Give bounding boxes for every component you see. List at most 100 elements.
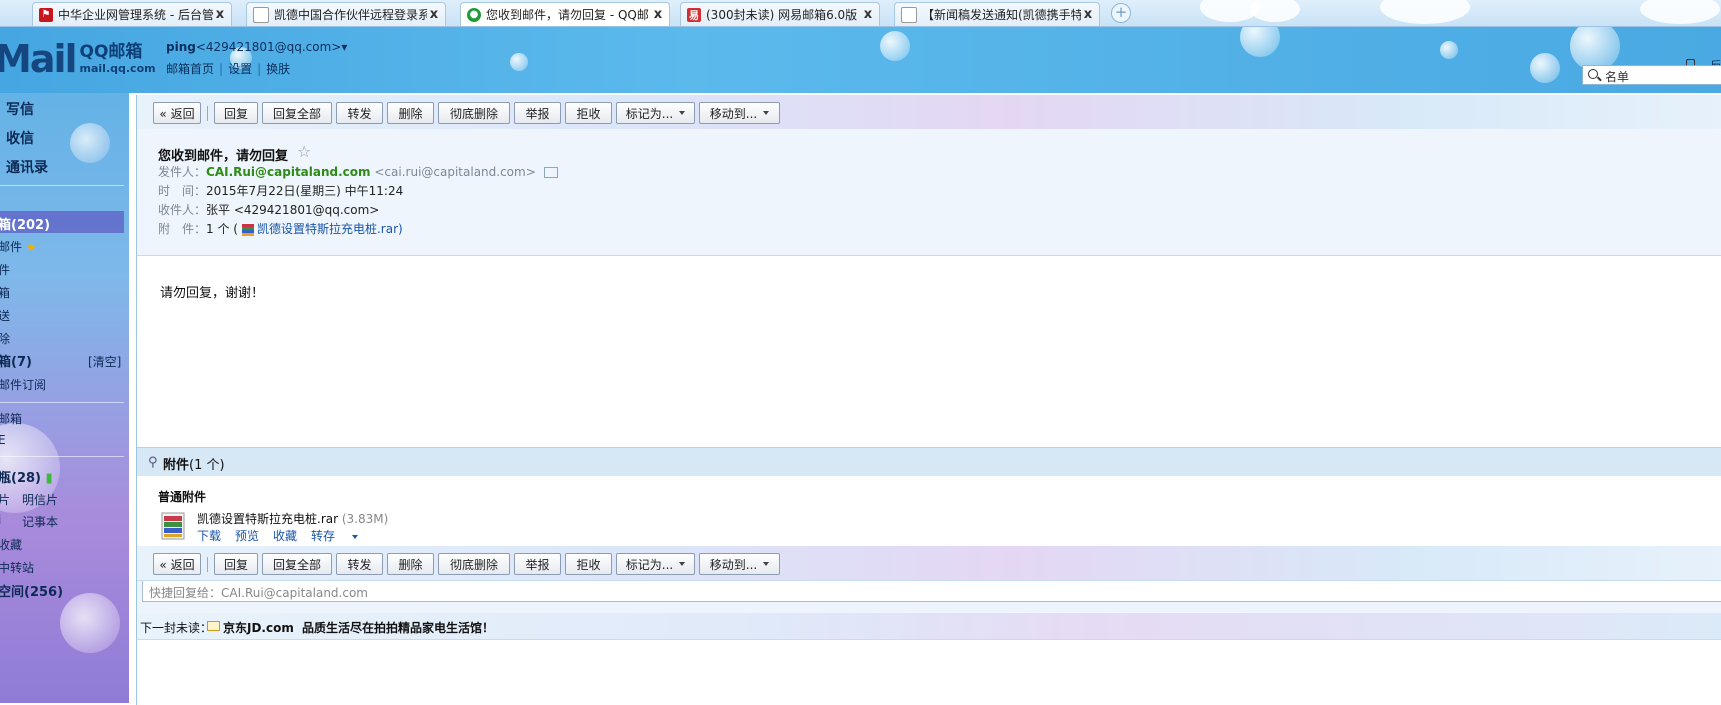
mail-header: Mail QQ邮箱 mail.qq.com ping<429421801@qq.… bbox=[0, 27, 1721, 93]
sender-address: <cai.rui@capitaland.com> bbox=[374, 165, 536, 179]
delete-button[interactable]: 删除 bbox=[387, 553, 434, 575]
logo-name: QQ邮箱 bbox=[79, 42, 143, 62]
decor-cloud bbox=[1250, 0, 1300, 22]
contacts-link[interactable]: 通讯录 bbox=[6, 157, 48, 177]
sidebar-item-sent[interactable]: 送 bbox=[0, 307, 10, 324]
sidebar-item-starred[interactable]: 邮件 ★ bbox=[0, 238, 37, 255]
permanent-delete-button[interactable]: 彻底删除 bbox=[438, 553, 510, 575]
next-unread-subject[interactable]: 品质生活尽在拍拍精品家电生活馆！ bbox=[302, 619, 494, 636]
reply-button[interactable]: 回复 bbox=[214, 553, 258, 575]
sidebar-item-postcard[interactable]: 明信片 bbox=[22, 491, 58, 508]
decor-cloud bbox=[1380, 0, 1470, 24]
mail-toolbar-top: « 返回 回复 回复全部 转发 删除 彻底删除 举报 拒收 标记为... 移动到… bbox=[137, 95, 1721, 130]
trash-clear-link[interactable]: [清空] bbox=[88, 353, 121, 370]
attachment-file-name[interactable]: 凯德设置特斯拉充电桩.rar (3.83M) bbox=[197, 510, 388, 527]
preview-link[interactable]: 预览 bbox=[235, 529, 259, 543]
delete-button[interactable]: 删除 bbox=[387, 102, 434, 124]
sidebar-item-drafts[interactable]: 箱 bbox=[0, 284, 10, 301]
settings-link[interactable]: 设置 bbox=[228, 62, 252, 76]
sidebar-item-postcard-a[interactable]: 片 bbox=[0, 491, 10, 508]
recipient: 张平 <429421801@qq.com> bbox=[206, 203, 380, 217]
decor-bubble bbox=[1440, 41, 1458, 59]
sender-name[interactable]: CAI.Rui@capitaland.com bbox=[206, 165, 371, 179]
back-button[interactable]: « 返回 bbox=[153, 102, 201, 124]
mark-as-dropdown[interactable]: 标记为... bbox=[616, 553, 695, 575]
account-name[interactable]: ping bbox=[166, 40, 196, 54]
move-to-dropdown[interactable]: 移动到... bbox=[699, 102, 780, 124]
tab-close-icon[interactable]: x bbox=[427, 7, 441, 22]
reply-all-button[interactable]: 回复全部 bbox=[262, 553, 332, 575]
tab-close-icon[interactable]: x bbox=[1081, 7, 1095, 22]
save-to-dropdown[interactable]: 转存 bbox=[311, 529, 372, 543]
sidebar-item-space[interactable]: 空间(256) bbox=[0, 581, 63, 600]
sidebar-item-other-mailbox[interactable]: 邮箱 bbox=[0, 410, 22, 427]
new-tab-button[interactable]: + bbox=[1111, 3, 1131, 23]
logo-mark: Mail bbox=[0, 37, 78, 81]
report-button[interactable]: 举报 bbox=[514, 102, 561, 124]
sidebar-item-drift-bottle[interactable]: 瓶(28) ▮ bbox=[0, 467, 53, 486]
sidebar-item-subscriptions[interactable]: 邮件订阅 bbox=[0, 376, 46, 393]
sidebar-item-notes-a[interactable]: i bbox=[0, 513, 1, 527]
sidebar-item-deleted[interactable]: 除 bbox=[0, 330, 10, 347]
account-caret-icon[interactable]: ▾ bbox=[341, 40, 347, 54]
search-icon bbox=[1588, 69, 1598, 79]
sender-row: 发件人：CAI.Rui@capitaland.com <cai.rui@capi… bbox=[158, 163, 558, 180]
sidebar-item-transfer[interactable]: 中转站 bbox=[0, 559, 34, 576]
sidebar-item-favorites[interactable]: 收藏 bbox=[0, 536, 22, 553]
decor-bubble bbox=[510, 53, 528, 71]
sidebar-item-group[interactable]: 件 bbox=[0, 261, 10, 278]
tab-close-icon[interactable]: x bbox=[651, 7, 665, 22]
netease-favicon-icon: 易 bbox=[687, 7, 701, 22]
next-unread-label: 下一封未读： bbox=[140, 621, 213, 635]
rar-file-icon bbox=[161, 512, 185, 540]
browser-tab-2[interactable]: 凯德中国合作伙伴远程登录系 x bbox=[246, 2, 446, 26]
compose-link[interactable]: 写信 bbox=[6, 99, 34, 119]
download-link[interactable]: 下载 bbox=[197, 529, 221, 543]
sidebar-item-trash[interactable]: 箱(7) bbox=[0, 351, 32, 370]
chevron-down-icon bbox=[679, 111, 686, 115]
permanent-delete-button[interactable]: 彻底删除 bbox=[438, 102, 510, 124]
reply-button[interactable]: 回复 bbox=[214, 102, 258, 124]
mail-body: 请勿回复，谢谢！ bbox=[160, 286, 265, 301]
sidebar-item-inbox[interactable]: 箱(202) bbox=[0, 214, 50, 233]
reply-all-button[interactable]: 回复全部 bbox=[262, 102, 332, 124]
page-favicon-icon bbox=[253, 6, 269, 23]
sidebar-item-other[interactable]: E bbox=[0, 433, 6, 447]
search-input[interactable]: 名单 bbox=[1582, 65, 1721, 85]
quick-reply-input[interactable]: 快捷回复给：CAI.Rui@capitaland.com bbox=[142, 580, 1721, 602]
sidebar-item-notes[interactable]: 记事本 bbox=[22, 513, 58, 530]
browser-tab-5[interactable]: 【新闻稿发送通知(凯德携手特 x bbox=[894, 2, 1100, 26]
mail-toolbar-bottom: « 返回 回复 回复全部 转发 删除 彻底删除 举报 拒收 标记为... 移动到… bbox=[137, 546, 1721, 581]
normal-attachments-title: 普通附件 bbox=[158, 490, 207, 504]
browser-tab-3-active[interactable]: ● 您收到邮件，请勿回复 - QQ邮 x bbox=[460, 2, 670, 26]
browser-tab-1[interactable]: ⚑ 中华企业网管理系统 - 后台管 x bbox=[32, 2, 232, 26]
paperclip-icon: ⚲ bbox=[148, 455, 158, 470]
report-button[interactable]: 举报 bbox=[514, 553, 561, 575]
receive-link[interactable]: 收信 bbox=[6, 128, 34, 148]
browser-tab-4[interactable]: 易 (300封未读) 网易邮箱6.0版 x bbox=[680, 2, 880, 26]
envelope-icon bbox=[207, 621, 220, 631]
attachment-link[interactable]: 凯德设置特斯拉充电桩.rar bbox=[257, 222, 398, 236]
mail-time: 2015年7月22日(星期三) 中午11:24 bbox=[206, 184, 404, 198]
search-input-value: 名单 bbox=[1605, 70, 1630, 84]
forward-button[interactable]: 转发 bbox=[336, 553, 383, 575]
move-to-dropdown[interactable]: 移动到... bbox=[699, 553, 780, 575]
skin-link[interactable]: 换肤 bbox=[266, 62, 290, 76]
tab-close-icon[interactable]: x bbox=[213, 7, 227, 22]
reject-button[interactable]: 拒收 bbox=[565, 553, 612, 575]
tab-close-icon[interactable]: x bbox=[861, 7, 875, 22]
toolbar-divider bbox=[207, 106, 208, 121]
sidebar: 写信 收信 通讯录 箱(202) 邮件 ★ 件 箱 送 除 箱(7) [清空] … bbox=[0, 93, 129, 703]
mark-as-dropdown[interactable]: 标记为... bbox=[616, 102, 695, 124]
home-link[interactable]: 邮箱首页 bbox=[166, 62, 214, 76]
reject-button[interactable]: 拒收 bbox=[565, 102, 612, 124]
collect-link[interactable]: 收藏 bbox=[273, 529, 297, 543]
qq-mail-logo[interactable]: Mail QQ邮箱 mail.qq.com bbox=[0, 37, 156, 81]
contact-card-icon[interactable] bbox=[543, 167, 558, 178]
attachment-file-size: (3.83M) bbox=[341, 512, 389, 526]
back-button[interactable]: « 返回 bbox=[153, 553, 201, 575]
next-unread-sender[interactable]: 京东JD.com bbox=[223, 619, 294, 636]
forward-button[interactable]: 转发 bbox=[336, 102, 383, 124]
time-row: 时 间：2015年7月22日(星期三) 中午11:24 bbox=[158, 184, 404, 198]
star-outline-icon[interactable]: ☆ bbox=[297, 142, 311, 161]
